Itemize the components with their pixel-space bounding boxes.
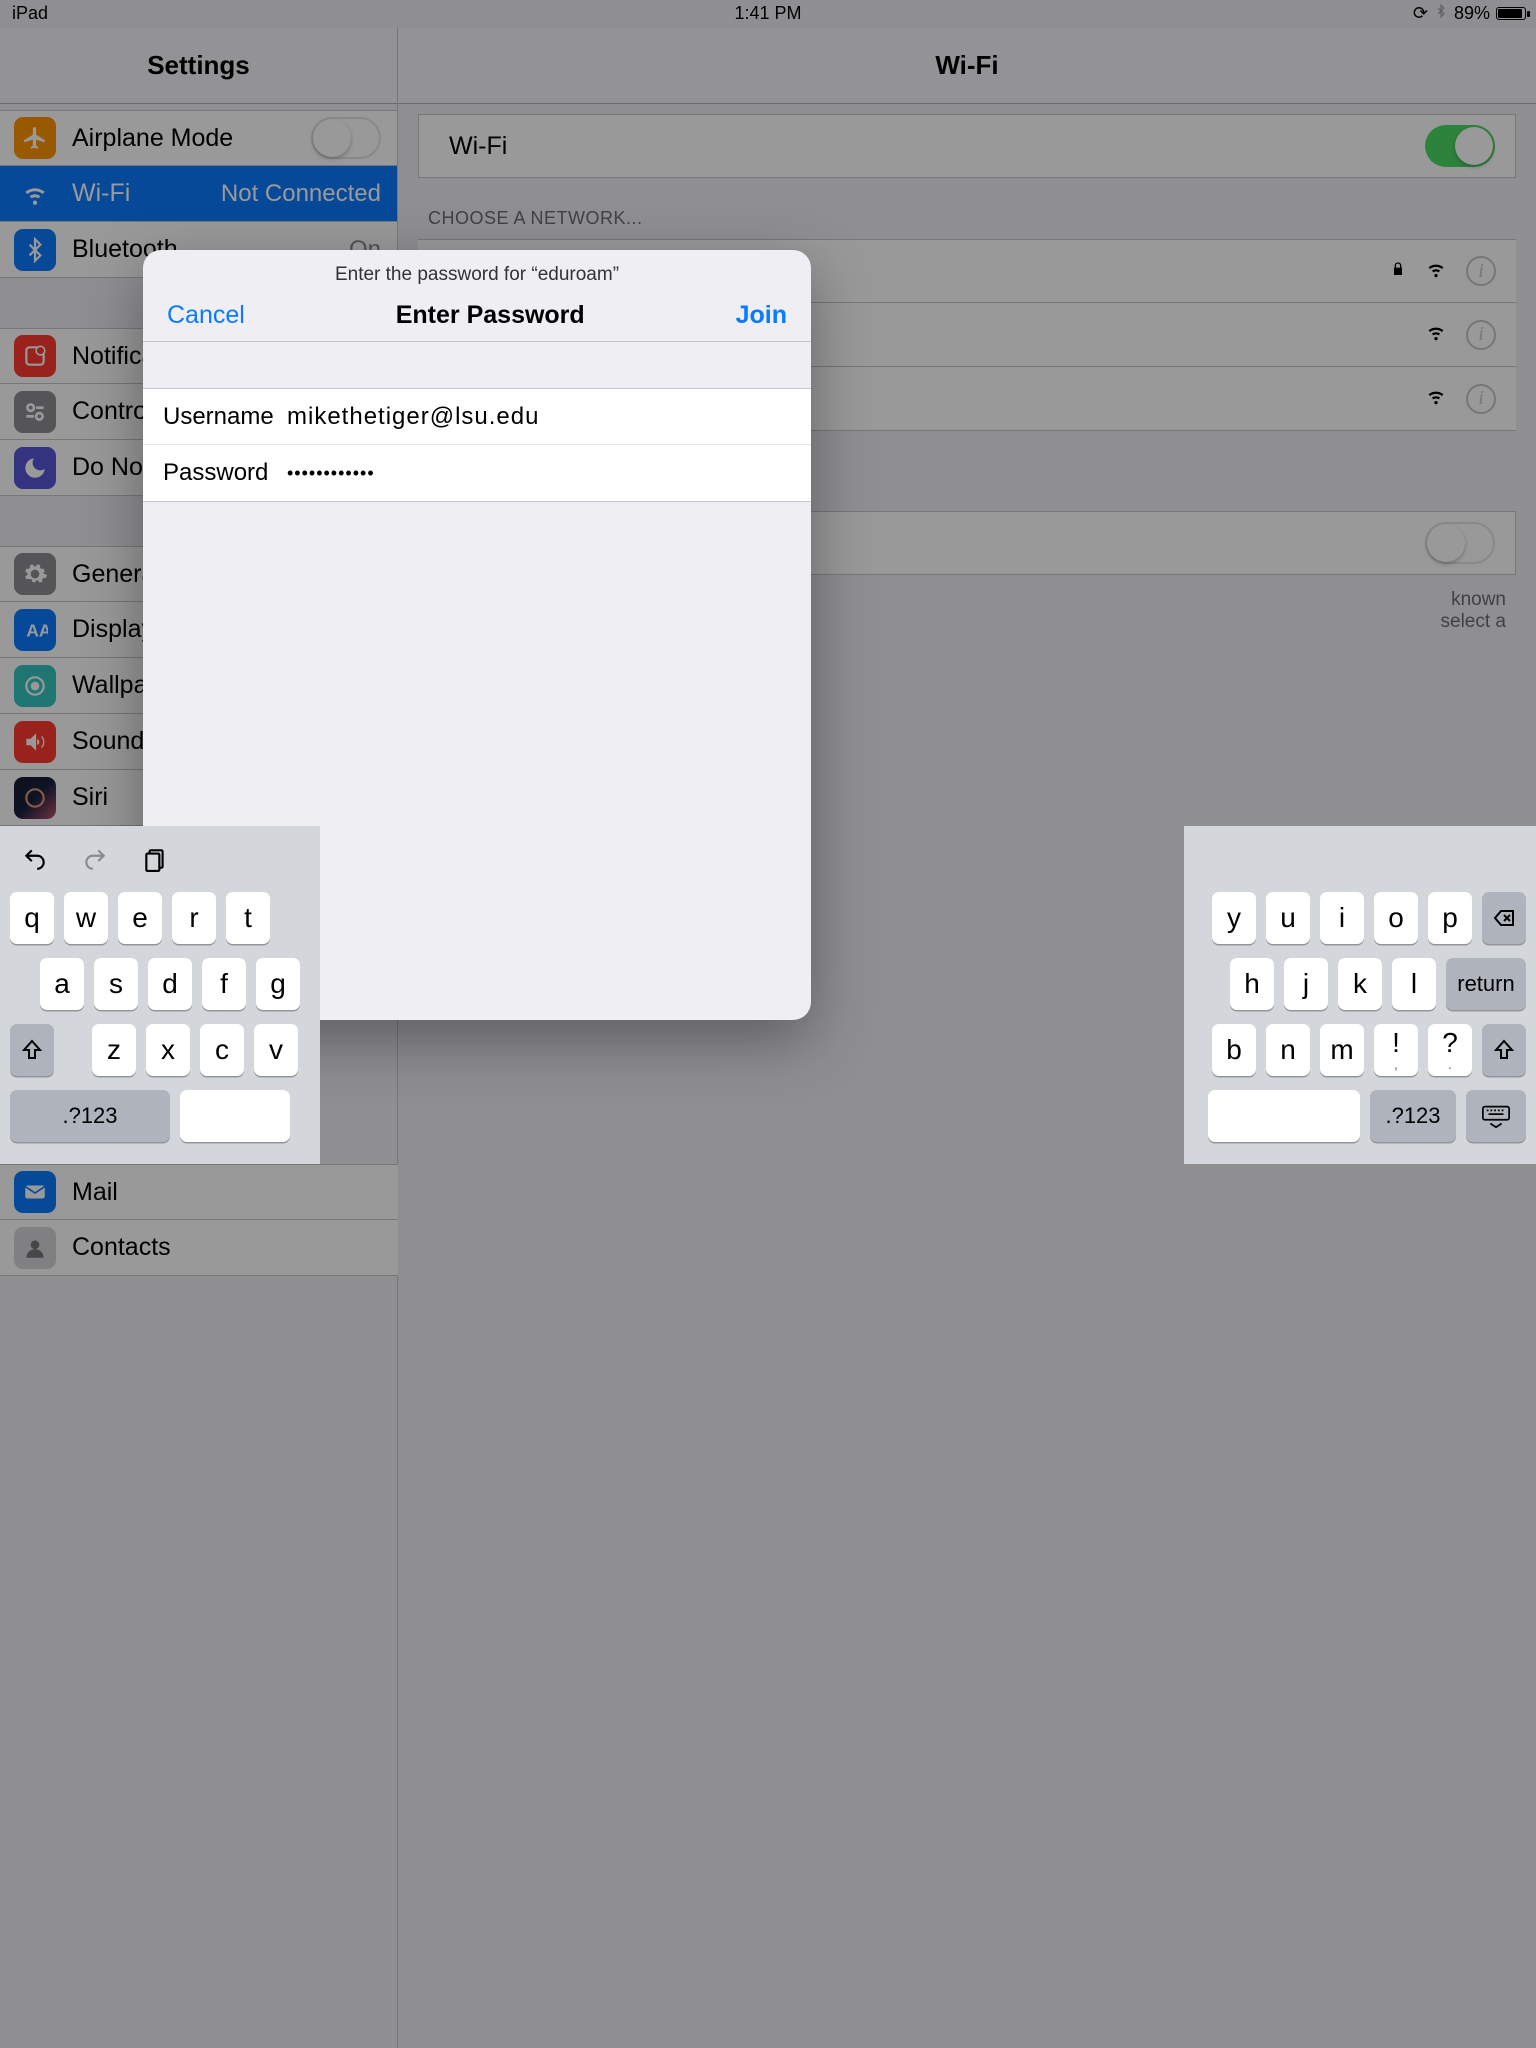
key-s[interactable]: s [94, 958, 138, 1010]
key-p[interactable]: p [1428, 892, 1472, 944]
key-c[interactable]: c [200, 1024, 244, 1076]
key-y[interactable]: y [1212, 892, 1256, 944]
numeric-key[interactable]: .?123 [1370, 1090, 1456, 1142]
cancel-button[interactable]: Cancel [167, 301, 245, 330]
key-n[interactable]: n [1266, 1024, 1310, 1076]
key-x[interactable]: x [146, 1024, 190, 1076]
key-w[interactable]: w [64, 892, 108, 944]
key-r[interactable]: r [172, 892, 216, 944]
key-u[interactable]: u [1266, 892, 1310, 944]
key-j[interactable]: j [1284, 958, 1328, 1010]
key-q[interactable]: q [10, 892, 54, 944]
key-b[interactable]: b [1212, 1024, 1256, 1076]
key-a[interactable]: a [40, 958, 84, 1010]
key-i[interactable]: i [1320, 892, 1364, 944]
key-g[interactable]: g [256, 958, 300, 1010]
join-button[interactable]: Join [736, 301, 787, 330]
key-v[interactable]: v [254, 1024, 298, 1076]
password-row[interactable]: Password •••••••••••• [143, 445, 811, 501]
return-key[interactable]: return [1446, 958, 1526, 1010]
undo-icon[interactable] [20, 846, 50, 877]
key-question[interactable]: ?. [1428, 1024, 1472, 1076]
modal-subtitle: Enter the password for “eduroam” [143, 250, 811, 290]
keyboard-right: y u i o p h j k l return b n m !, ?. .?1… [1184, 826, 1536, 1164]
password-field[interactable]: •••••••••••• [287, 463, 791, 484]
shift-key[interactable] [10, 1024, 54, 1076]
key-d[interactable]: d [148, 958, 192, 1010]
password-label: Password [163, 459, 287, 487]
key-z[interactable]: z [92, 1024, 136, 1076]
key-e[interactable]: e [118, 892, 162, 944]
shift-key[interactable] [1482, 1024, 1526, 1076]
space-key-left[interactable] [180, 1090, 290, 1142]
key-o[interactable]: o [1374, 892, 1418, 944]
username-row[interactable]: Username mikethetiger@lsu.edu [143, 389, 811, 445]
keyboard-left: q w e r t a s d f g z x c v .?123 [0, 826, 320, 1164]
clipboard-icon[interactable] [140, 846, 170, 877]
key-k[interactable]: k [1338, 958, 1382, 1010]
key-exclaim[interactable]: !, [1374, 1024, 1418, 1076]
modal-title: Enter Password [396, 301, 585, 330]
dismiss-keyboard-key[interactable] [1466, 1090, 1526, 1142]
key-f[interactable]: f [202, 958, 246, 1010]
redo-icon[interactable] [80, 846, 110, 877]
username-label: Username [163, 403, 287, 431]
key-t[interactable]: t [226, 892, 270, 944]
key-h[interactable]: h [1230, 958, 1274, 1010]
key-l[interactable]: l [1392, 958, 1436, 1010]
key-m[interactable]: m [1320, 1024, 1364, 1076]
backspace-key[interactable] [1482, 892, 1526, 944]
username-field[interactable]: mikethetiger@lsu.edu [287, 403, 791, 431]
numeric-key[interactable]: .?123 [10, 1090, 170, 1142]
space-key-right[interactable] [1208, 1090, 1360, 1142]
